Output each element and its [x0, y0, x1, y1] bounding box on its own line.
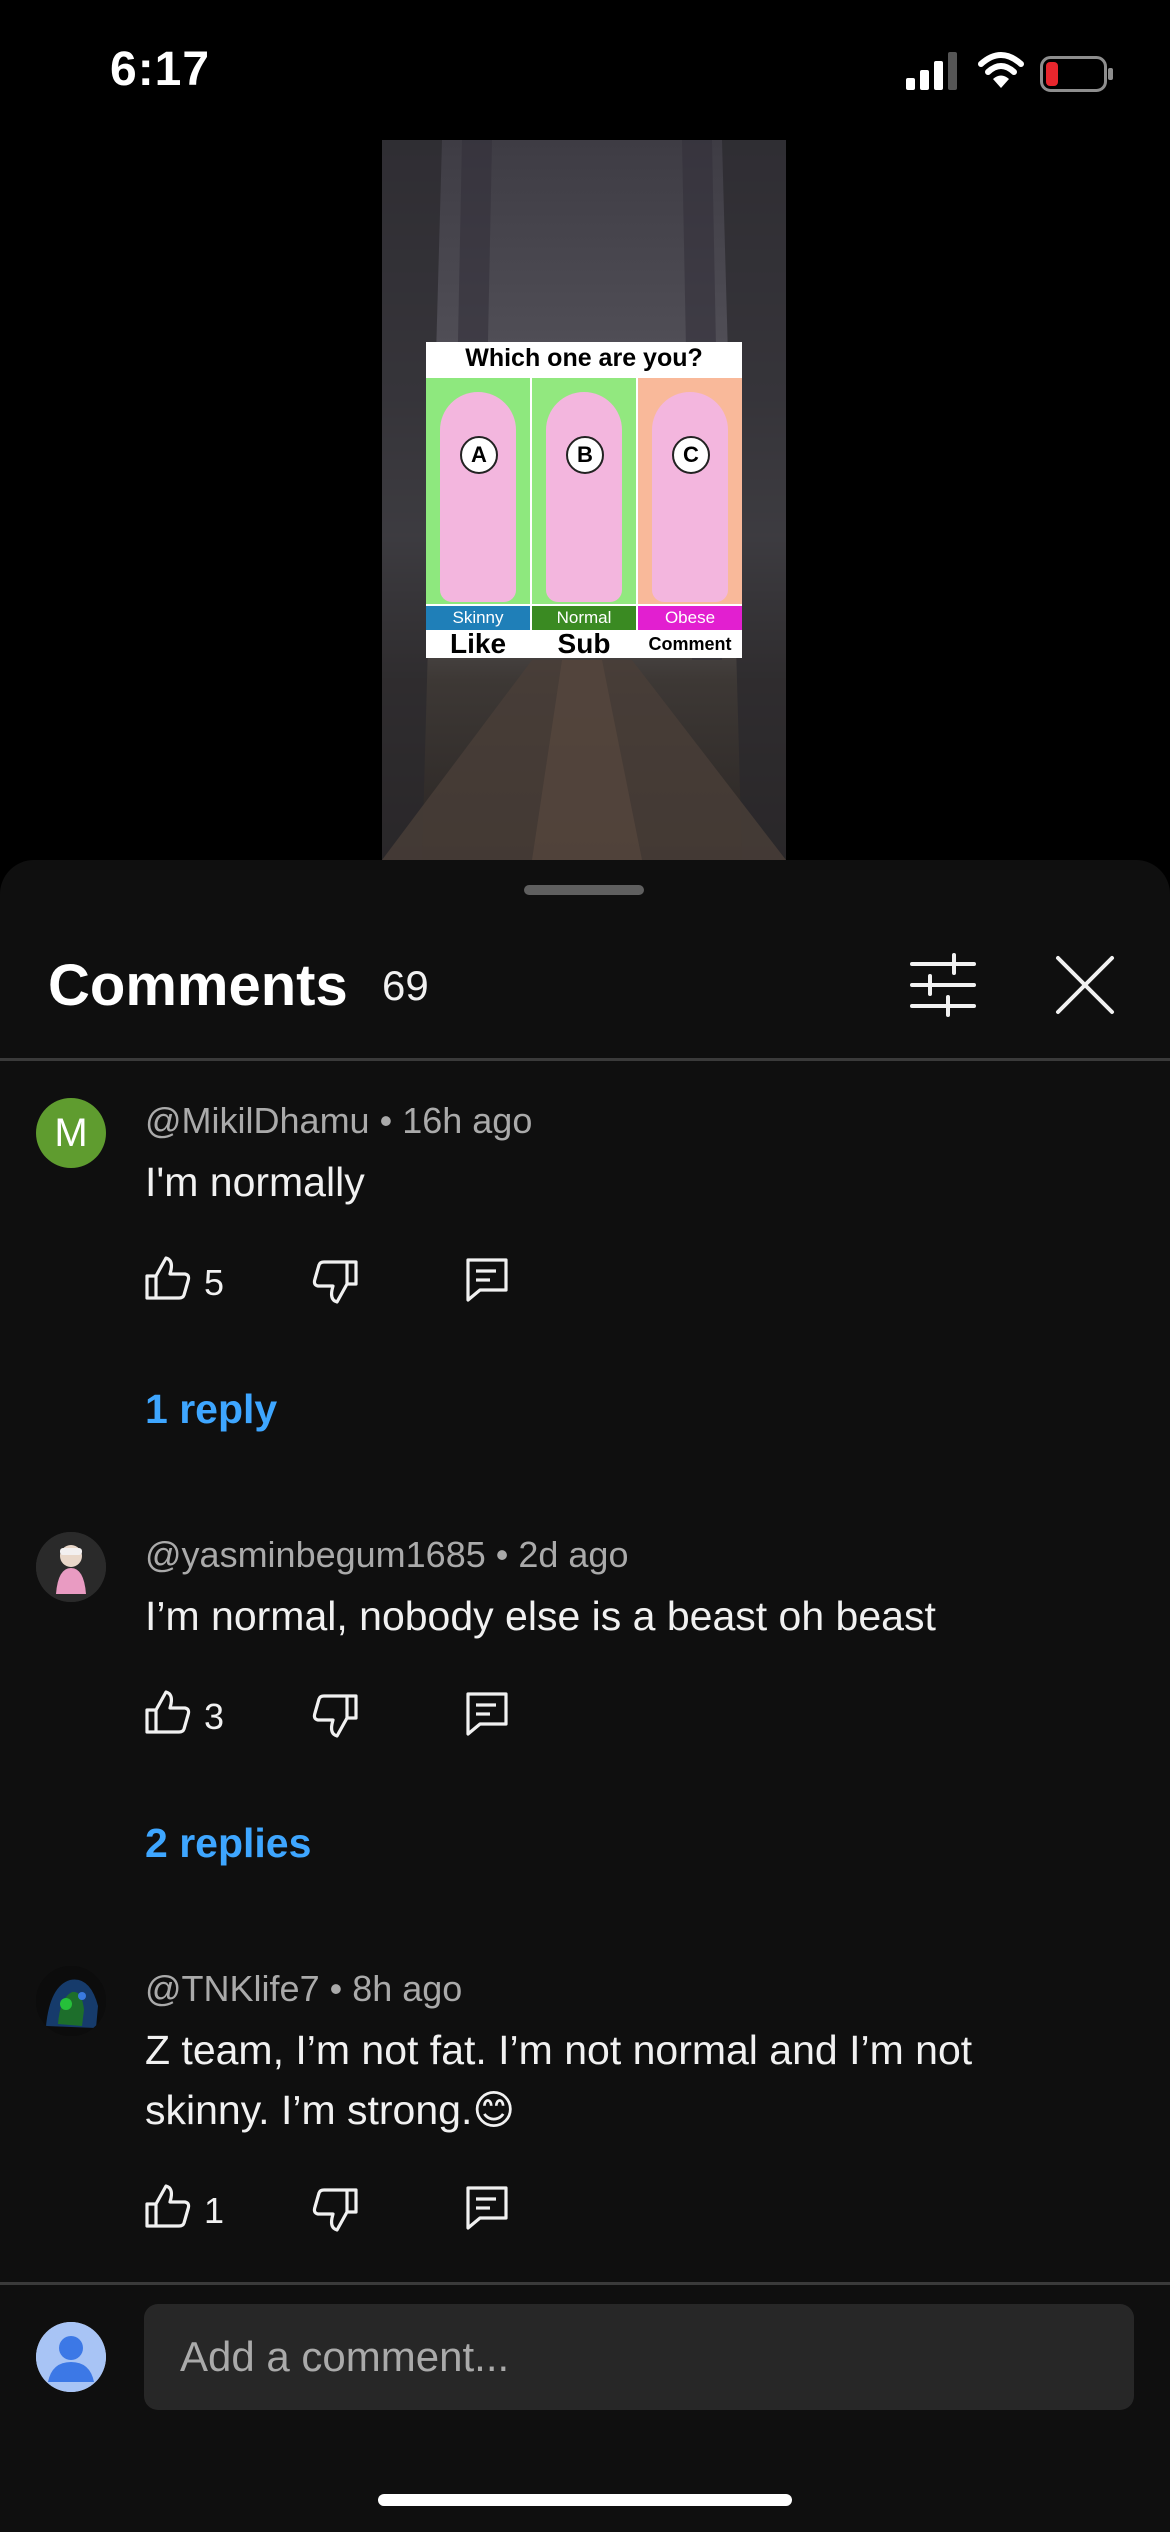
sort-filter-icon[interactable]: [908, 950, 978, 1020]
option-panel-a: A: [426, 378, 530, 604]
thumbs-up-icon[interactable]: [143, 2182, 193, 2232]
avatar-image: [36, 1532, 106, 1602]
hand-illustration: [440, 392, 516, 602]
close-icon[interactable]: [1052, 952, 1118, 1018]
person-icon: [36, 2322, 106, 2392]
quiz-title: Which one are you?: [465, 344, 703, 372]
thumbs-down-icon[interactable]: [310, 1256, 360, 1306]
option-panel-b: B: [532, 378, 636, 604]
meta-separator: •: [495, 1534, 519, 1575]
drag-handle[interactable]: [524, 885, 644, 895]
option-action: Comment: [648, 634, 732, 654]
view-replies-link[interactable]: 1 reply: [145, 1386, 277, 1433]
comment-meta: @TNKlife7 • 8h ago: [145, 1968, 462, 2010]
comment-time: 16h ago: [402, 1100, 533, 1141]
home-indicator[interactable]: [378, 2494, 792, 2506]
video-player[interactable]: Which one are you? A B C Skinny Normal O…: [382, 140, 786, 860]
avatar[interactable]: [36, 1966, 106, 2036]
thumbs-down-icon[interactable]: [310, 2184, 360, 2234]
option-letter: B: [566, 436, 604, 474]
header-divider: [0, 1058, 1170, 1061]
comment-text: I'm normally: [145, 1159, 365, 1205]
meta-separator: •: [329, 1968, 353, 2009]
thumbs-up-icon[interactable]: [143, 1254, 193, 1304]
quiz-image: Which one are you? A B C Skinny Normal O…: [426, 342, 742, 658]
comments-count: 69: [382, 962, 429, 1009]
option-action: Like: [449, 628, 507, 659]
comment-text: I’m normal, nobody else is a beast oh be…: [145, 1593, 936, 1639]
option-label: Normal: [532, 606, 636, 630]
composer-divider: [0, 2282, 1170, 2285]
option-label: Skinny: [426, 606, 530, 630]
like-count: 1: [204, 2190, 225, 2231]
cellular-signal-icon: [906, 52, 957, 90]
like-count: 5: [204, 1262, 225, 1303]
thumbs-up-icon[interactable]: [143, 1688, 193, 1738]
avatar-image: [36, 1966, 106, 2036]
option-panel-c: C: [638, 378, 742, 604]
reply-icon[interactable]: [462, 1688, 512, 1738]
comment-input[interactable]: [144, 2304, 1134, 2410]
option-action: Sub: [557, 628, 611, 659]
reply-icon[interactable]: [462, 1254, 512, 1304]
comment-author[interactable]: @MikilDhamu: [145, 1100, 370, 1141]
like-count: 3: [204, 1696, 225, 1737]
option-label: Obese: [638, 606, 742, 630]
wifi-icon: [978, 52, 1024, 88]
comment-time: 8h ago: [352, 1968, 463, 2009]
status-time: 6:17: [110, 43, 211, 96]
comment-meta: @MikilDhamu • 16h ago: [145, 1100, 532, 1142]
option-letter: A: [460, 436, 498, 474]
battery-icon: [1040, 56, 1113, 92]
hand-illustration: [652, 392, 728, 602]
comment-meta: @yasminbegum1685 • 2d ago: [145, 1534, 628, 1576]
meta-separator: •: [379, 1100, 403, 1141]
reply-icon[interactable]: [462, 2182, 512, 2232]
option-letter: C: [672, 436, 710, 474]
comment-author[interactable]: @yasminbegum1685: [145, 1534, 486, 1575]
user-avatar-icon: [36, 2322, 106, 2392]
hand-illustration: [546, 392, 622, 602]
avatar[interactable]: M: [36, 1098, 106, 1168]
thumbs-down-icon[interactable]: [310, 1690, 360, 1740]
add-comment-field[interactable]: [144, 2304, 1134, 2410]
comments-title: Comments: [48, 953, 348, 1018]
comment-text: Z team, I’m not fat. I’m not normal and …: [145, 2027, 973, 2133]
avatar[interactable]: [36, 1532, 106, 1602]
view-replies-link[interactable]: 2 replies: [145, 1820, 311, 1867]
comment-time: 2d ago: [518, 1534, 629, 1575]
comment-author[interactable]: @TNKlife7: [145, 1968, 320, 2009]
